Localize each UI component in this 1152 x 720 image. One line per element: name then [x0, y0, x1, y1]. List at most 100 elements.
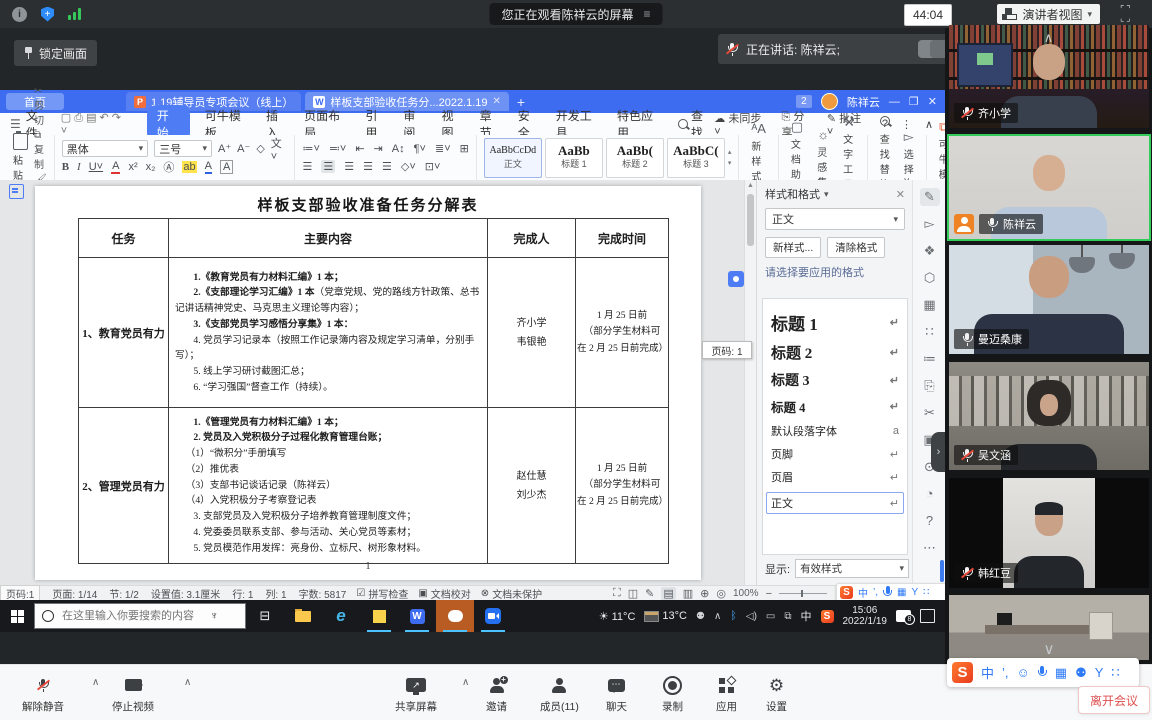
- superscript-icon[interactable]: x²: [128, 161, 137, 173]
- style-heading3[interactable]: AaBbC(标题 3: [667, 138, 725, 178]
- shrink-font-icon[interactable]: A⁻: [237, 142, 250, 155]
- video-options-caret[interactable]: ∧: [184, 677, 191, 688]
- ime-mode-icon[interactable]: 中: [981, 663, 994, 682]
- zoom-out-icon[interactable]: −: [766, 588, 772, 600]
- panel-collapse-handle[interactable]: ›: [931, 432, 946, 472]
- page-view-icon[interactable]: ▤: [661, 587, 675, 600]
- restore-button[interactable]: ❐: [909, 95, 919, 108]
- record-button[interactable]: 录制: [662, 675, 683, 714]
- taskbar-clock[interactable]: 15:062022/1/19: [843, 605, 888, 627]
- sogou-logo-icon[interactable]: S: [952, 662, 973, 683]
- text-tool-button[interactable]: ⚒文字工具 ˅: [838, 137, 860, 178]
- leave-meeting-button[interactable]: 离开会议: [1078, 686, 1150, 714]
- task-view-button[interactable]: ⊟: [246, 600, 284, 632]
- help-tool-icon[interactable]: ?: [920, 512, 940, 530]
- banner-menu-icon[interactable]: ≡: [644, 7, 651, 21]
- fullscreen-icon[interactable]: ⌜⌝⌞⌟: [1120, 5, 1138, 23]
- video-tile-hanhongdou[interactable]: 韩红豆: [949, 478, 1149, 588]
- font-size-select[interactable]: 三号▾: [154, 140, 212, 157]
- scroll-up-icon[interactable]: ▲: [745, 182, 756, 189]
- align-right-icon[interactable]: ☰: [344, 160, 354, 173]
- font-color-icon[interactable]: A: [111, 160, 120, 174]
- start-button[interactable]: [0, 610, 34, 623]
- search-mic-icon[interactable]: ♆: [210, 610, 218, 622]
- sticky-notes-icon[interactable]: [360, 600, 398, 632]
- punctuation-icon[interactable]: ’,: [1002, 665, 1009, 680]
- toolbox-icon[interactable]: ∷: [1111, 665, 1119, 681]
- meeting-info-icon[interactable]: i: [12, 7, 27, 22]
- more-tools-icon[interactable]: ⋯: [920, 539, 940, 557]
- panel-title-caret[interactable]: ▾: [824, 189, 829, 200]
- chat-button[interactable]: ⋯ 聊天: [606, 675, 627, 714]
- message-tray-icon[interactable]: [896, 610, 911, 622]
- circle-char-icon[interactable]: Ⓐ: [163, 159, 174, 175]
- battery-icon[interactable]: ▭: [766, 611, 775, 622]
- sort-icon[interactable]: ⊡˅: [425, 160, 441, 173]
- skin-icon[interactable]: Y: [911, 587, 918, 598]
- document-area[interactable]: 样板支部验收准备任务分解表 任务 主要内容 完成人 完成时间 1、教育党员有力1…: [0, 180, 756, 585]
- paragraph-mark-icon[interactable]: ¶˅: [414, 143, 426, 155]
- video-tile-wuwenhan[interactable]: 吴文涵: [949, 362, 1149, 470]
- font-name-select[interactable]: 黑体▾: [62, 140, 149, 157]
- bold-icon[interactable]: B: [62, 161, 69, 173]
- style-heading1[interactable]: AaBb标题 1: [545, 138, 603, 178]
- unmute-button[interactable]: 解除静音: [22, 675, 64, 714]
- sogou-logo-icon[interactable]: S: [840, 586, 853, 599]
- numbering-icon[interactable]: ≕˅: [329, 142, 346, 155]
- style-item-heading4[interactable]: 标题 4↵: [771, 397, 899, 416]
- bluetooth-icon[interactable]: ᛒ: [730, 610, 737, 622]
- align-center-icon[interactable]: ☰: [321, 160, 335, 173]
- show-style-select[interactable]: 有效样式▾: [795, 559, 909, 578]
- style-item-header[interactable]: 页眉↵: [771, 469, 899, 485]
- weather-widget[interactable]: 13°C: [644, 610, 687, 622]
- toolbox-icon[interactable]: ∷: [923, 587, 929, 598]
- subscript-icon[interactable]: x₂: [146, 161, 156, 173]
- style-item-normal-selected[interactable]: 正文↵: [766, 492, 904, 514]
- table-tool-icon[interactable]: ▦: [920, 296, 940, 314]
- new-style-panel-button[interactable]: 新样式...: [765, 237, 821, 258]
- italic-icon[interactable]: I: [77, 161, 81, 173]
- wps-taskbar-icon[interactable]: W: [398, 600, 436, 632]
- copy-button[interactable]: ⧉ 复制: [34, 130, 47, 171]
- share-screen-button[interactable]: ↗ 共享屏幕: [395, 675, 437, 714]
- text-direction-icon[interactable]: A↕: [392, 143, 405, 155]
- select-button[interactable]: ▻选择 ˅: [899, 137, 919, 178]
- skin-icon[interactable]: Y: [1095, 665, 1104, 680]
- collapse-ribbon-icon[interactable]: ∧: [925, 118, 933, 131]
- mic-options-caret[interactable]: ∧: [92, 677, 99, 688]
- document-scrollbar[interactable]: ▲: [744, 180, 756, 585]
- video-tile-manmaisangkang[interactable]: 曼迈桑康: [949, 245, 1149, 354]
- two-page-view-icon[interactable]: ◫: [628, 587, 638, 600]
- meeting-security-icon[interactable]: +: [41, 7, 54, 22]
- close-button[interactable]: ✕: [928, 95, 937, 108]
- view-mode-button[interactable]: 演讲者视图 ▾: [997, 4, 1100, 24]
- seal-tool-icon[interactable]: ⬡: [920, 269, 940, 287]
- settings-button[interactable]: ⚙ 设置: [766, 675, 787, 714]
- weather-sun-icon[interactable]: ☀ 11°C: [599, 610, 636, 623]
- shapes-tool-icon[interactable]: ❖: [920, 242, 940, 260]
- ime-mode-icon[interactable]: 中: [858, 585, 868, 600]
- web-view-icon[interactable]: ⊕: [700, 587, 709, 600]
- bullets-icon[interactable]: ≔˅: [302, 142, 319, 155]
- style-item-heading2[interactable]: 标题 2↵: [771, 342, 899, 363]
- proofread-status[interactable]: ▣ 文档校对: [418, 586, 470, 601]
- clear-format-icon[interactable]: ◇: [256, 142, 264, 155]
- outline-view-icon[interactable]: ▥: [683, 587, 693, 600]
- borders-icon[interactable]: ⊞: [460, 142, 469, 155]
- find-replace-button[interactable]: 查找替换 ˅: [875, 137, 895, 178]
- minimize-button[interactable]: —: [889, 96, 900, 108]
- tencent-meeting-icon[interactable]: [474, 600, 512, 632]
- paste-options-icon[interactable]: [9, 184, 24, 199]
- edit-view-icon[interactable]: ✎: [645, 587, 654, 600]
- line-spacing-icon[interactable]: ≣˅: [435, 142, 451, 155]
- clear-format-button[interactable]: 清除格式: [827, 237, 885, 258]
- justify-icon[interactable]: ☰: [363, 160, 373, 173]
- style-item-footer[interactable]: 页脚↵: [771, 446, 899, 462]
- action-center-icon[interactable]: [920, 609, 935, 623]
- style-item-default-font[interactable]: 默认段落字体a: [771, 423, 899, 439]
- increase-indent-icon[interactable]: ⇥: [374, 142, 383, 155]
- style-normal[interactable]: AaBbCcDd正文: [484, 138, 542, 178]
- shading-icon[interactable]: ◇˅: [401, 160, 416, 173]
- highlight-icon[interactable]: ab: [182, 161, 196, 173]
- zoom-value[interactable]: 100%: [733, 588, 759, 599]
